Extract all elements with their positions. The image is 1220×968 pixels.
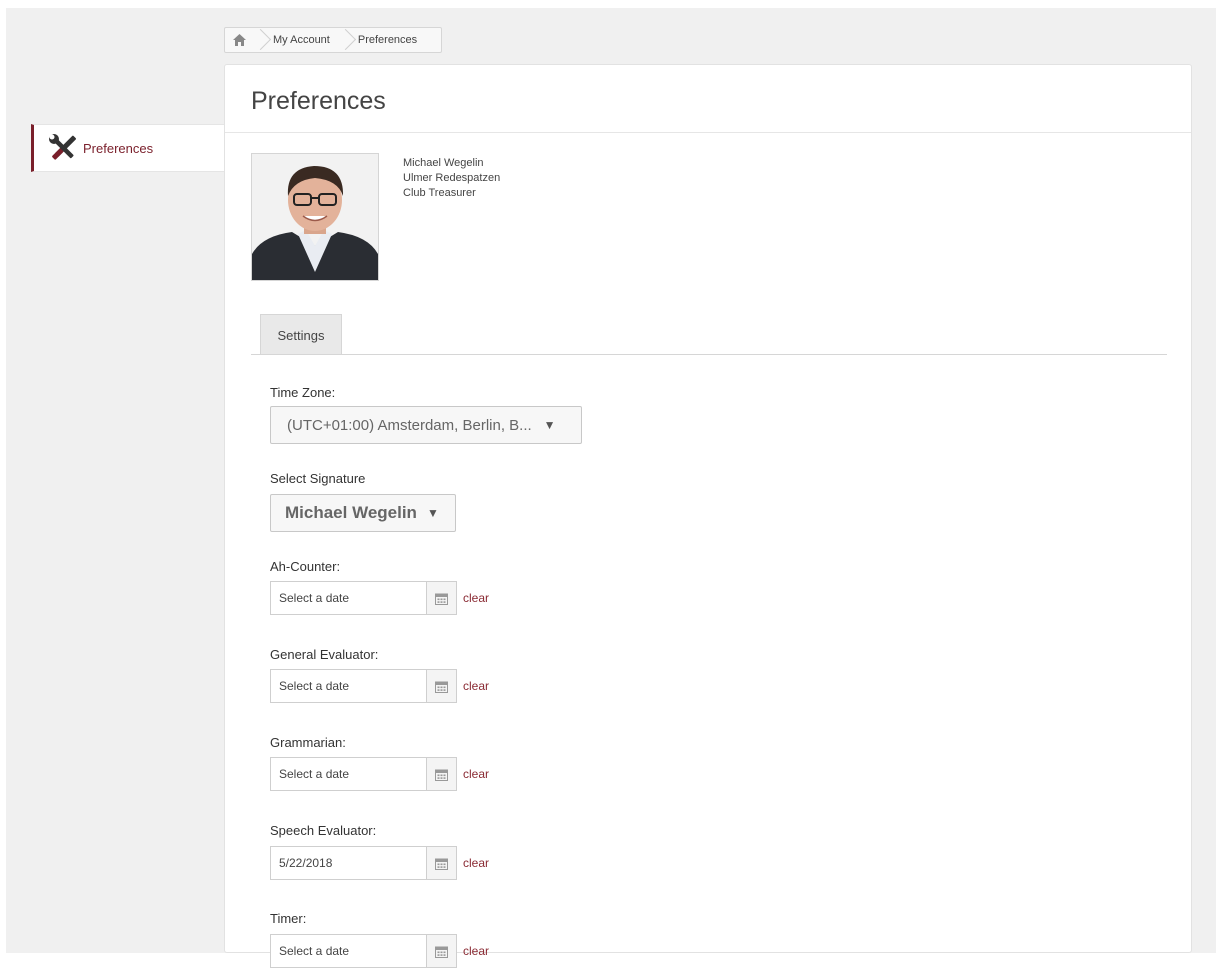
- grammarian-date-input[interactable]: [270, 757, 426, 791]
- grammarian-date-picker: clear: [270, 757, 489, 791]
- tab-settings[interactable]: Settings: [260, 314, 342, 355]
- speech-evaluator-clear-link[interactable]: clear: [463, 856, 489, 870]
- page-title: Preferences: [251, 87, 386, 115]
- calendar-icon[interactable]: [426, 581, 457, 615]
- time-zone-label: Time Zone:: [270, 385, 336, 400]
- breadcrumb-my-account[interactable]: My Account: [263, 34, 338, 46]
- signature-label: Select Signature: [270, 471, 366, 486]
- general-evaluator-label: General Evaluator:: [270, 647, 379, 662]
- general-evaluator-date-picker: clear: [270, 669, 489, 703]
- calendar-icon[interactable]: [426, 669, 457, 703]
- signature-select[interactable]: Michael Wegelin ▼: [270, 494, 456, 532]
- speech-evaluator-date-input[interactable]: [270, 846, 426, 880]
- home-icon[interactable]: [225, 28, 253, 52]
- grammarian-label: Grammarian:: [270, 735, 346, 750]
- sidebar-item-label: Preferences: [83, 140, 154, 156]
- time-zone-value: (UTC+01:00) Amsterdam, Berlin, B...: [287, 416, 532, 434]
- chevron-down-icon: ▼: [426, 506, 439, 520]
- profile-club: Ulmer Redespatzen: [403, 172, 501, 184]
- preferences-panel: Preferences Michael Wegelin Ulmer Redesp…: [224, 64, 1192, 968]
- chevron-down-icon: ▼: [543, 418, 556, 432]
- calendar-icon[interactable]: [426, 846, 457, 880]
- timer-date-picker: clear: [270, 934, 489, 968]
- signature-value: Michael Wegelin: [285, 503, 417, 522]
- grammarian-clear-link[interactable]: clear: [463, 767, 489, 781]
- profile-name: Michael Wegelin: [403, 157, 484, 169]
- general-evaluator-clear-link[interactable]: clear: [463, 679, 489, 693]
- ah-counter-date-picker: clear: [270, 581, 489, 615]
- breadcrumb: My Account Preferences: [224, 27, 442, 53]
- tab-underline: [251, 354, 1167, 355]
- profile-role: Club Treasurer: [403, 187, 476, 199]
- avatar: [251, 153, 379, 281]
- timer-date-input[interactable]: [270, 934, 426, 968]
- calendar-icon[interactable]: [426, 934, 457, 968]
- ah-counter-date-input[interactable]: [270, 581, 426, 615]
- time-zone-select[interactable]: (UTC+01:00) Amsterdam, Berlin, B... ▼: [270, 406, 582, 444]
- breadcrumb-separator: [253, 28, 263, 52]
- general-evaluator-date-input[interactable]: [270, 669, 426, 703]
- ah-counter-label: Ah-Counter:: [270, 559, 341, 574]
- title-divider: [225, 132, 1191, 133]
- speech-evaluator-date-picker: clear: [270, 846, 489, 880]
- ah-counter-clear-link[interactable]: clear: [463, 591, 489, 605]
- timer-label: Timer:: [270, 911, 307, 926]
- profile-info: Michael Wegelin Ulmer Redespatzen Club T…: [403, 156, 500, 201]
- tools-icon: [48, 133, 78, 163]
- breadcrumb-preferences: Preferences: [357, 34, 418, 46]
- calendar-icon[interactable]: [426, 757, 457, 791]
- timer-clear-link[interactable]: clear: [463, 944, 489, 958]
- sidebar-item-preferences[interactable]: Preferences: [31, 124, 225, 172]
- speech-evaluator-label: Speech Evaluator:: [270, 823, 377, 838]
- breadcrumb-separator: [338, 28, 348, 52]
